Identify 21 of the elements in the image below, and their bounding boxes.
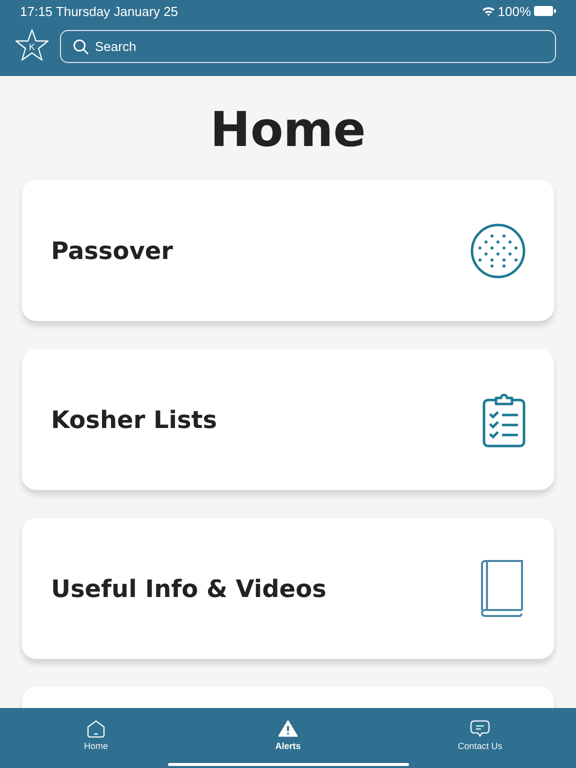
search-field[interactable]: Search xyxy=(60,30,556,62)
category-card[interactable]: Kosher Lists xyxy=(22,349,554,490)
wifi-icon xyxy=(482,6,495,16)
status-time: 17:15 Thursday January 25 xyxy=(20,4,178,18)
checklist-icon xyxy=(482,392,526,448)
tab-bar-item[interactable]: Contact Us xyxy=(384,708,576,768)
battery-percent: 100% xyxy=(498,4,531,18)
card-title: Useful Info & Videos xyxy=(51,574,326,602)
card-title: Passover xyxy=(51,236,173,264)
category-card[interactable]: Passover xyxy=(22,180,554,321)
page-title: Home xyxy=(210,102,366,158)
home-icon xyxy=(86,720,106,738)
card-title: Kosher Lists xyxy=(51,406,218,434)
search-icon xyxy=(73,38,89,54)
tab-bar-item[interactable]: Alerts xyxy=(192,708,384,768)
tab-bar-item[interactable]: Home xyxy=(0,708,192,768)
category-card[interactable]: Useful Info & Videos xyxy=(22,518,554,659)
chat-icon xyxy=(470,720,490,738)
matzah-icon xyxy=(470,222,526,278)
warning-icon xyxy=(278,720,298,738)
battery-icon xyxy=(534,6,556,16)
